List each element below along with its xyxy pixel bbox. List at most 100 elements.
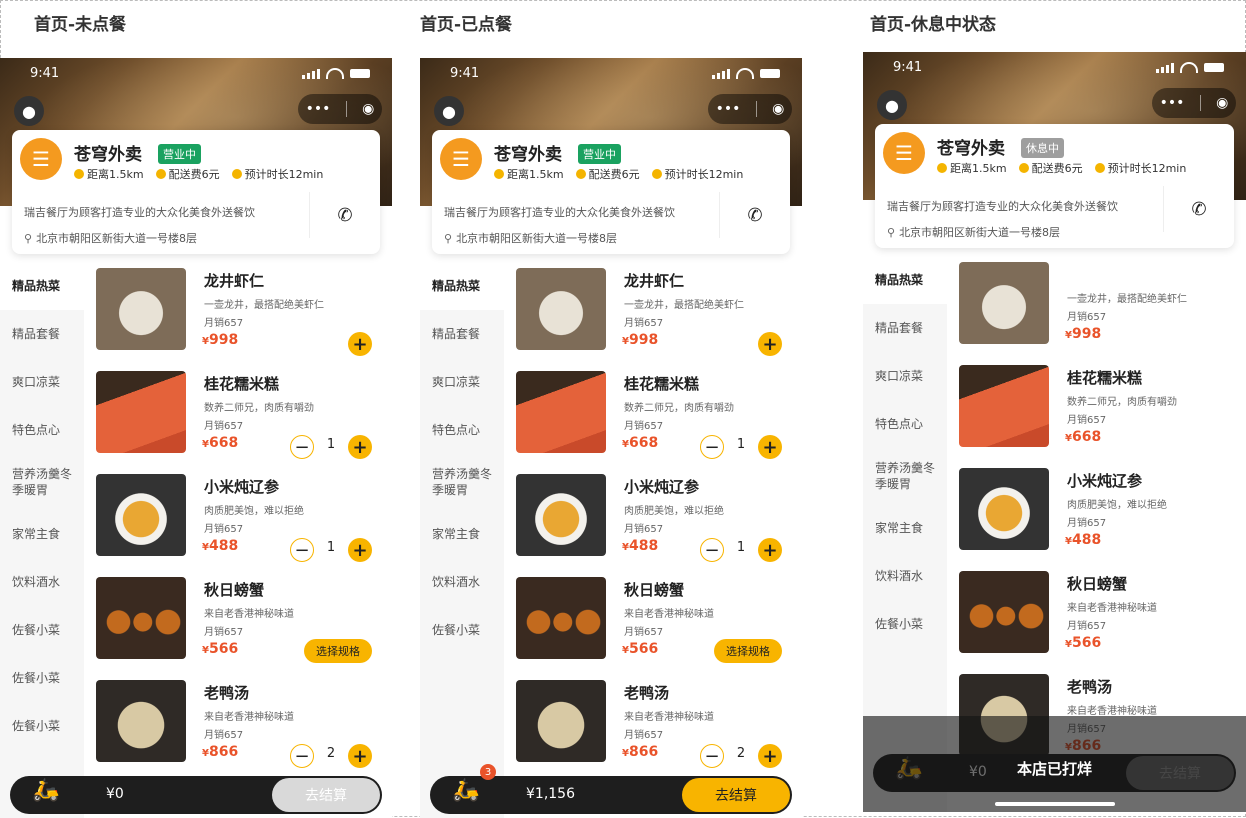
dish-image[interactable]	[516, 474, 606, 556]
dish-item[interactable]: 桂花糯米糕 数养二师兄，肉质有嚼劲 月销657 ¥668	[959, 365, 1238, 468]
checkout-button[interactable]: 去结算	[682, 778, 790, 812]
more-icon[interactable]: •••	[306, 101, 331, 117]
dish-image[interactable]	[516, 268, 606, 350]
dish-item[interactable]: 桂花糯米糕 数养二师兄，肉质有嚼劲 月销657 ¥668 + −1	[96, 371, 384, 474]
category-item[interactable]: 爽口凉菜	[0, 358, 84, 406]
remove-button[interactable]: −	[290, 435, 314, 459]
category-item[interactable]: 营养汤羹冬季暖胃	[863, 448, 935, 504]
category-item[interactable]: 佐餐小菜	[0, 606, 84, 654]
delivery-cart-icon[interactable]: 🛵	[24, 766, 68, 814]
more-icon[interactable]: •••	[1160, 95, 1185, 111]
shop-logo: ☰	[20, 138, 62, 180]
remove-button[interactable]: −	[290, 744, 314, 768]
category-item[interactable]: 精品套餐	[0, 310, 84, 358]
category-item[interactable]: 精品热菜	[0, 262, 84, 310]
select-spec-button[interactable]: 选择规格	[304, 639, 372, 663]
category-item[interactable]: 精品热菜	[420, 262, 504, 310]
category-item[interactable]: 饮料酒水	[0, 558, 84, 606]
category-item[interactable]: 爽口凉菜	[420, 358, 504, 406]
shop-address: ⚲ 北京市朝阳区新街大道一号楼8层	[887, 224, 1060, 240]
category-item[interactable]: 佐餐小菜	[863, 600, 947, 648]
dish-image[interactable]	[96, 577, 186, 659]
dish-item[interactable]: 秋日螃蟹 来自老香港神秘味道 月销657 ¥566	[959, 571, 1238, 674]
dish-item[interactable]: 小米炖辽参 肉质肥美饱，难以拒绝 月销657 ¥488	[959, 468, 1238, 571]
dish-item[interactable]: 老鸭汤 来自老香港神秘味道 月销657 ¥866 + −2	[96, 680, 384, 783]
close-target-icon[interactable]: ◉	[362, 101, 374, 117]
category-item[interactable]: 精品套餐	[863, 304, 947, 352]
menu-capsule[interactable]: ••• ◉	[298, 94, 382, 124]
dish-item[interactable]: 龙井虾仁 一壶龙井，最搭配绝美虾仁 月销657 ¥998 +	[96, 268, 384, 371]
remove-button[interactable]: −	[700, 744, 724, 768]
user-icon[interactable]: ●	[14, 96, 44, 126]
dish-item[interactable]: 小米炖辽参 肉质肥美饱，难以拒绝 月销657 ¥488 + −1	[96, 474, 384, 577]
category-item[interactable]: 特色点心	[863, 400, 947, 448]
dish-image[interactable]	[96, 371, 186, 453]
add-button[interactable]: +	[348, 538, 372, 562]
dish-image[interactable]	[516, 577, 606, 659]
add-button[interactable]: +	[758, 332, 782, 356]
price-value: 998	[208, 332, 239, 348]
category-item[interactable]: 饮料酒水	[863, 552, 947, 600]
category-item[interactable]: 佐餐小菜	[420, 606, 504, 654]
phone-call-button[interactable]: ✆	[309, 192, 380, 238]
dish-item[interactable]: 秋日螃蟹 来自老香港神秘味道 月销657 ¥566 选择规格	[96, 577, 384, 680]
close-target-icon[interactable]: ◉	[772, 101, 784, 117]
dish-item[interactable]: 一壶龙井，最搭配绝美虾仁 月销657 ¥998	[959, 262, 1238, 365]
remove-button[interactable]: −	[700, 538, 724, 562]
remove-button[interactable]: −	[700, 435, 724, 459]
category-item[interactable]: 精品套餐	[420, 310, 504, 358]
phone-icon: ✆	[747, 204, 763, 226]
category-item[interactable]: 特色点心	[420, 406, 504, 454]
phone-call-button[interactable]: ✆	[1163, 186, 1234, 232]
dish-image[interactable]	[96, 680, 186, 762]
category-item[interactable]: 饮料酒水	[420, 558, 504, 606]
dish-image[interactable]	[959, 262, 1049, 344]
menu-capsule[interactable]: ••• ◉	[1152, 88, 1236, 118]
add-button[interactable]: +	[348, 332, 372, 356]
add-button[interactable]: +	[758, 435, 782, 459]
dish-image[interactable]	[959, 365, 1049, 447]
category-item[interactable]: 精品热菜	[863, 256, 947, 304]
dish-item[interactable]: 老鸭汤 来自老香港神秘味道 月销657 ¥866 + −2	[516, 680, 794, 783]
category-item[interactable]: 佐餐小菜	[0, 654, 84, 702]
dish-price: ¥998	[1065, 326, 1102, 342]
dish-item[interactable]: 桂花糯米糕 数养二师兄，肉质有嚼劲 月销657 ¥668 + −1	[516, 371, 794, 474]
category-item[interactable]: 营养汤羹冬季暖胃	[420, 454, 492, 510]
remove-button[interactable]: −	[290, 538, 314, 562]
dish-item[interactable]: 秋日螃蟹 来自老香港神秘味道 月销657 ¥566 选择规格	[516, 577, 794, 680]
cart-total: ¥0	[106, 786, 124, 802]
price-value: 998	[1071, 326, 1102, 342]
dish-name: 老鸭汤	[624, 684, 670, 702]
add-button[interactable]: +	[758, 538, 782, 562]
category-item[interactable]: 营养汤羹冬季暖胃	[0, 454, 72, 510]
dish-image[interactable]	[959, 468, 1049, 550]
info-dot-icon	[651, 169, 662, 179]
category-item[interactable]: 爽口凉菜	[863, 352, 947, 400]
category-item[interactable]: 家常主食	[0, 510, 84, 558]
phone-call-button[interactable]: ✆	[719, 192, 790, 238]
dish-price: ¥566	[622, 641, 659, 657]
dish-image[interactable]	[96, 474, 186, 556]
dish-item[interactable]: 小米炖辽参 肉质肥美饱，难以拒绝 月销657 ¥488 + −1	[516, 474, 794, 577]
dish-item[interactable]: 龙井虾仁 一壶龙井，最搭配绝美虾仁 月销657 ¥998 +	[516, 268, 794, 371]
dish-image[interactable]	[96, 268, 186, 350]
add-button[interactable]: +	[348, 435, 372, 459]
category-item[interactable]: 家常主食	[420, 510, 504, 558]
menu-capsule[interactable]: ••• ◉	[708, 94, 792, 124]
dish-image[interactable]	[516, 680, 606, 762]
category-item[interactable]: 特色点心	[0, 406, 84, 454]
dish-price: ¥668	[622, 435, 659, 451]
dish-image[interactable]	[516, 371, 606, 453]
add-button[interactable]: +	[348, 744, 372, 768]
more-icon[interactable]: •••	[716, 101, 741, 117]
user-icon[interactable]: ●	[877, 90, 907, 120]
checkout-button[interactable]: 去结算	[272, 778, 380, 812]
user-icon[interactable]: ●	[434, 96, 464, 126]
category-item[interactable]: 佐餐小菜	[0, 702, 84, 750]
select-spec-button[interactable]: 选择规格	[714, 639, 782, 663]
dish-image[interactable]	[959, 571, 1049, 653]
close-target-icon[interactable]: ◉	[1216, 95, 1228, 111]
add-button[interactable]: +	[758, 744, 782, 768]
dish-name: 秋日螃蟹	[204, 581, 265, 599]
category-item[interactable]: 家常主食	[863, 504, 947, 552]
